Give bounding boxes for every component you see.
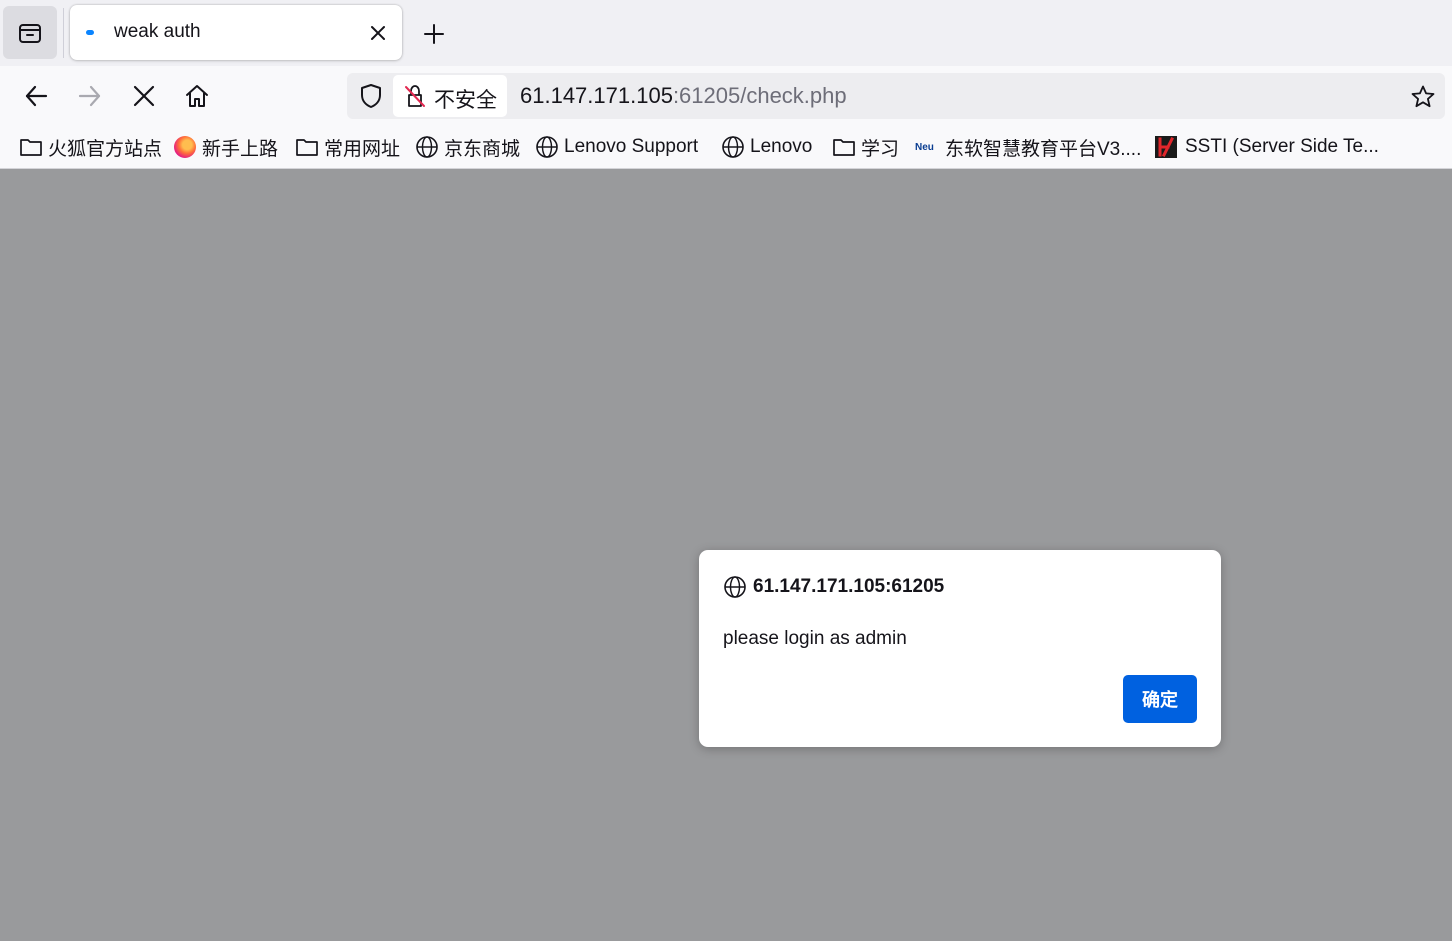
bookmark-folder-common-sites[interactable]: 常用网址 <box>295 135 401 160</box>
folder-icon <box>20 139 42 156</box>
bookmark-label: Lenovo Support <box>564 136 699 157</box>
stop-x-icon <box>133 85 155 107</box>
active-tab[interactable]: weak auth <box>70 5 402 60</box>
bookmark-lenovo[interactable]: Lenovo <box>721 135 812 159</box>
loading-throbber-icon <box>86 30 94 35</box>
neu-icon: Neu <box>915 141 934 153</box>
bookmark-label: 新手上路 <box>202 138 279 160</box>
tracking-protection-shield-icon[interactable] <box>358 83 384 109</box>
bookmark-label: SSTI (Server Side Te... <box>1185 136 1379 157</box>
insecure-lock-icon <box>405 85 425 107</box>
bookmark-folder-firefox-sites[interactable]: 火狐官方站点 <box>19 135 163 160</box>
folder-icon <box>833 139 855 156</box>
folder-icon <box>296 139 318 156</box>
globe-icon <box>416 136 438 158</box>
ssti-logo-mark <box>1158 136 1175 158</box>
globe-icon <box>722 136 744 158</box>
bookmark-label: 京东商城 <box>444 138 521 160</box>
globe-icon <box>724 576 746 598</box>
stop-loading-button[interactable] <box>126 78 162 114</box>
bookmark-label: Lenovo <box>750 136 813 157</box>
bookmark-folder-study[interactable]: 学习 <box>832 135 900 160</box>
ok-button[interactable]: 确定 <box>1123 675 1197 723</box>
tab-title: weak auth <box>114 21 201 42</box>
bookmark-ssti[interactable]: SSTI (Server Side Te... <box>1155 135 1379 159</box>
tab-strip: weak auth <box>0 0 1452 66</box>
dialog-origin: 61.147.171.105:61205 <box>753 576 945 597</box>
alert-dialog: 61.147.171.105:61205 please login as adm… <box>699 550 1221 747</box>
bookmarks-toolbar: 火狐官方站点 新手上路 常用网址 京东商城 Lenovo Support Len… <box>0 126 1452 169</box>
list-all-tabs-button[interactable] <box>3 6 57 59</box>
close-icon[interactable] <box>368 23 388 43</box>
back-button[interactable] <box>18 78 54 114</box>
home-icon <box>186 85 208 107</box>
bookmark-label: 火狐官方站点 <box>48 138 163 160</box>
url-host: 61.147.171.105 <box>520 83 673 108</box>
dialog-message: please login as admin <box>723 628 907 649</box>
bookmark-label: 学习 <box>861 138 900 160</box>
address-bar[interactable]: 不安全 61.147.171.105:61205/check.php <box>347 73 1445 119</box>
ssti-icon <box>1155 136 1177 158</box>
bookmark-neusoft-edu[interactable]: Neu 东软智慧教育平台V3.... <box>915 135 1142 160</box>
tab-overview-icon <box>19 23 41 43</box>
new-tab-plus-icon[interactable] <box>420 20 448 48</box>
bookmark-star-icon[interactable] <box>1410 84 1436 110</box>
bookmark-label: 东软智慧教育平台V3.... <box>945 138 1142 160</box>
firefox-icon <box>174 136 196 158</box>
globe-icon <box>536 136 558 158</box>
back-arrow-icon <box>25 85 48 107</box>
bookmark-label: 常用网址 <box>324 138 401 160</box>
navigation-toolbar: 不安全 61.147.171.105:61205/check.php <box>0 66 1452 126</box>
tab-divider <box>63 8 64 58</box>
url-path: :61205/check.php <box>672 83 847 108</box>
forward-arrow-icon <box>78 85 101 107</box>
connection-not-secure-indicator[interactable]: 不安全 <box>393 75 507 117</box>
bookmark-lenovo-support[interactable]: Lenovo Support <box>535 135 698 159</box>
bookmark-jd[interactable]: 京东商城 <box>415 135 521 160</box>
bookmark-getting-started[interactable]: 新手上路 <box>174 135 279 160</box>
forward-button[interactable] <box>72 78 108 114</box>
home-button[interactable] <box>179 78 215 114</box>
url-text[interactable]: 61.147.171.105:61205/check.php <box>520 83 847 109</box>
not-secure-label: 不安全 <box>434 89 497 112</box>
